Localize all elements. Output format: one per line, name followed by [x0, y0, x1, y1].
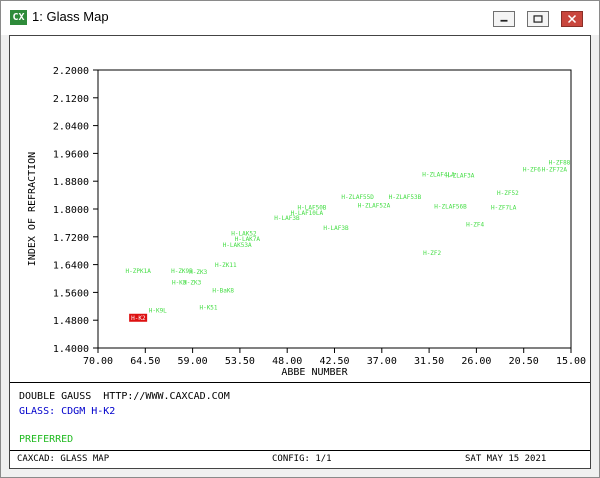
glass-point-label: H-K51: [199, 304, 217, 311]
close-icon: [567, 14, 577, 24]
chart-area: 70.00 64.50 59.00 53.50 48.00 42.50 37.00 31.50…: [10, 36, 590, 382]
x-tick-label: 20.50: [509, 356, 539, 367]
glass-point-label: H-K9L: [149, 307, 167, 314]
glass-point-label: H-ZPK1A: [126, 268, 152, 275]
glass-point-label: H-ZLAF52A: [358, 203, 391, 210]
footer-config: CONFIG: 1/1: [272, 454, 332, 464]
minimize-icon: [500, 19, 508, 22]
glass-point-label: H-ZLAF53B: [389, 194, 422, 201]
x-tick-label: 70.00: [83, 356, 113, 367]
y-tick-label: 1.8800: [53, 177, 89, 188]
x-tick-label: 15.00: [556, 356, 586, 367]
y-tick-label: 1.4800: [53, 316, 89, 327]
glass-point-label: H-BaK8: [212, 287, 234, 294]
x-tick-label: 42.50: [319, 356, 349, 367]
x-tick-label: 26.00: [461, 356, 491, 367]
divider-bottom: [10, 450, 590, 451]
glass-point-label: H-ZK3: [183, 280, 201, 287]
glass-map-window: CX 1: Glass Map 70.00 64.50 59.00 53.50 48.0…: [0, 0, 600, 478]
x-tick-label: 64.50: [130, 356, 160, 367]
glass-point-label: H-LAF3B: [323, 225, 349, 232]
glass-point-label: H-LAK53A: [223, 242, 252, 249]
minimize-button[interactable]: [493, 11, 515, 27]
glass-map-chart: 70.00 64.50 59.00 53.50 48.00 42.50 37.00 31.50…: [27, 66, 586, 378]
footer-app-name: CAXCAD: GLASS MAP: [17, 454, 110, 464]
glass-name: GLASS: CDGM H-K2: [19, 406, 116, 417]
y-tick-label: 2.2000: [53, 66, 89, 77]
y-tick-label: 1.5600: [53, 288, 89, 299]
divider-top: [10, 382, 590, 383]
glass-point-label: H-ZLAF55D: [341, 194, 374, 201]
maximize-button[interactable]: [527, 11, 549, 27]
selected-glass-label: H-K2: [131, 315, 146, 322]
x-tick-label: 31.50: [414, 356, 444, 367]
maximize-icon: [533, 15, 543, 23]
x-tick-label: 59.00: [178, 356, 208, 367]
y-tick-label: 1.4000: [53, 344, 89, 355]
window-title: 1: Glass Map: [32, 9, 109, 24]
y-tick-label: 2.1200: [53, 94, 89, 105]
y-tick-label: 1.8000: [53, 205, 89, 216]
glass-point-label: H-ZF88: [549, 159, 571, 166]
y-axis-label: INDEX OF REFRACTION: [27, 152, 38, 266]
glass-point-label: H-ZK3: [189, 269, 207, 276]
close-button[interactable]: [561, 11, 583, 27]
preferred-label: PREFERRED: [19, 434, 74, 445]
y-tick-label: 1.6400: [53, 261, 89, 272]
glass-point-label: H-ZF52: [497, 190, 519, 197]
x-tick-label: 37.00: [367, 356, 397, 367]
glass-point-label: H-ZF6: [523, 167, 541, 174]
glass-map-panel: 70.00 64.50 59.00 53.50 48.00 42.50 37.00 31.50…: [9, 35, 591, 469]
glass-point-label: H-ZF4: [466, 222, 484, 229]
y-tick-label: 1.7200: [53, 233, 89, 244]
glass-point-label: H-LAF3B: [274, 215, 300, 222]
app-icon: CX: [10, 10, 27, 25]
x-tick-label: 53.50: [225, 356, 255, 367]
glass-point-label: H-ZF2: [423, 250, 441, 257]
title-bar[interactable]: CX 1: Glass Map: [1, 1, 599, 35]
x-tick-label: 48.00: [272, 356, 302, 367]
design-title: DOUBLE GAUSS HTTP://WWW.CAXCAD.COM: [19, 391, 230, 402]
glass-point-label: H-ZK11: [215, 262, 237, 269]
glass-point-label: H-ZF72A: [542, 167, 568, 174]
glass-point-label: H-ZLAF3A: [445, 172, 474, 179]
x-axis-label: ABBE NUMBER: [281, 367, 348, 378]
footer-date: SAT MAY 15 2021: [465, 454, 547, 464]
y-tick-label: 1.9600: [53, 149, 89, 160]
glass-point-label: H-ZF7LA: [491, 204, 517, 211]
glass-point-label: H-ZLAF56B: [434, 204, 467, 211]
y-tick-label: 2.0400: [53, 122, 89, 133]
